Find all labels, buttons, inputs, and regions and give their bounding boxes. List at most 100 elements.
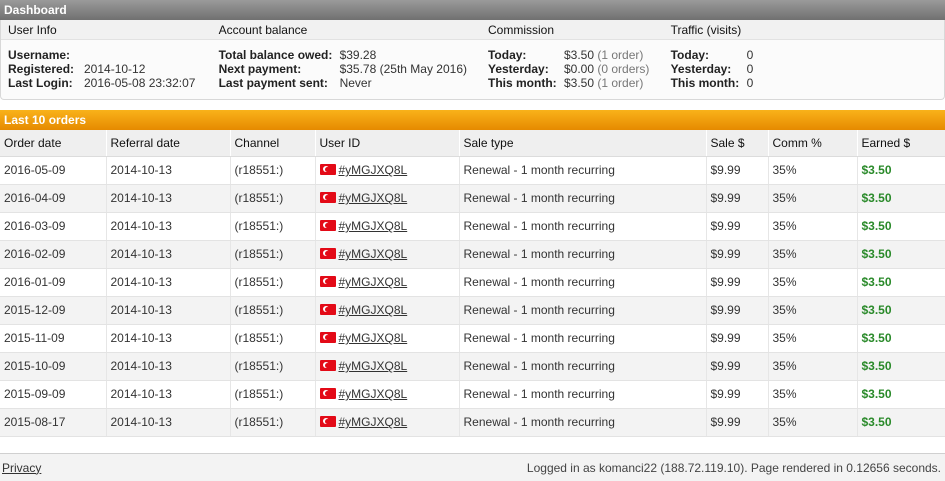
sale-type-cell: Renewal - 1 month recurring [459,352,707,381]
col-order-date[interactable]: Order date [0,130,107,157]
col-user-id[interactable]: User ID [315,130,460,157]
sale-type-cell: Renewal - 1 month recurring [459,324,707,353]
channel-cell: (r18551:) [230,268,316,297]
sale-cell: $9.99 [706,352,769,381]
sale-type-cell: Renewal - 1 month recurring [459,156,707,185]
channel-cell: (r18551:) [230,324,316,353]
order-date-cell-text: 2016-03-09 [4,219,66,233]
comm-cell: 35% [768,212,858,241]
earned-cell-text: $3.50 [861,331,892,345]
orders-header-row: Order date Referral date Channel User ID… [0,130,945,157]
earned-cell-text: $3.50 [861,415,892,429]
account-balance-block: Total balance owed: $39.28 Next payment: $… [212,48,481,90]
user-id-cell: #yMGJXQ8L [315,380,460,409]
user-info-block: Username: Registered: 2014-10-12 Last Log… [1,48,212,90]
commission-today-value: $3.50 [563,48,595,62]
referral-date-cell-text: 2014-10-13 [110,275,172,289]
order-date-cell: 2016-02-09 [0,240,107,269]
order-date-cell-text: 2016-01-09 [4,275,66,289]
sale-cell-text: $9.99 [710,275,741,289]
table-row: 2016-03-09 2014-10-13 (r18551:) #yMGJXQ8L Re… [0,212,945,241]
turkey-flag-icon [319,248,336,259]
earned-cell: $3.50 [857,352,945,381]
commission-yesterday-value: $0.00 [563,62,595,76]
col-comm[interactable]: Comm % [768,130,858,157]
table-row: 2015-11-09 2014-10-13 (r18551:) #yMGJXQ8L Re… [0,324,945,353]
sale-type-cell: Renewal - 1 month recurring [459,212,707,241]
commission-block: Today: $3.50 (1 order) Yesterday: $0.00 (0… [481,48,664,90]
referral-date-cell-text: 2014-10-13 [110,415,172,429]
user-id-cell: #yMGJXQ8L [315,268,460,297]
footer: Privacy Logged in as komanci22 (188.72.1… [0,453,945,481]
sale-type-cell-text: Renewal - 1 month recurring [463,247,615,261]
sale-type-cell-text: Renewal - 1 month recurring [463,331,615,345]
order-date-cell-text: 2015-08-17 [4,415,66,429]
user-id-link[interactable]: #yMGJXQ8L [339,303,408,317]
user-id-cell: #yMGJXQ8L [315,352,460,381]
next-payment-label: Next payment: [218,62,302,76]
user-id-cell: #yMGJXQ8L [315,240,460,269]
earned-cell-text: $3.50 [861,303,892,317]
earned-cell: $3.50 [857,324,945,353]
total-balance-value: $39.28 [339,48,377,62]
col-sale[interactable]: Sale $ [706,130,769,157]
col-referral-date[interactable]: Referral date [106,130,231,157]
turkey-flag-icon [319,220,336,231]
comm-cell: 35% [768,184,858,213]
commission-month-label: This month: [487,76,557,90]
user-id-link[interactable]: #yMGJXQ8L [339,415,408,429]
earned-cell-text: $3.50 [861,163,892,177]
user-id-link[interactable]: #yMGJXQ8L [339,219,408,233]
user-id-link[interactable]: #yMGJXQ8L [339,387,408,401]
user-id-link[interactable]: #yMGJXQ8L [339,191,408,205]
user-id-link[interactable]: #yMGJXQ8L [339,247,408,261]
sale-cell-text: $9.99 [710,359,741,373]
user-id-link[interactable]: #yMGJXQ8L [339,331,408,345]
user-id-link[interactable]: #yMGJXQ8L [339,275,408,289]
traffic-today-label: Today: [670,48,710,62]
comm-cell-text: 35% [772,219,797,233]
sale-type-cell: Renewal - 1 month recurring [459,240,707,269]
channel-cell-text: (r18551:) [234,387,284,401]
col-channel[interactable]: Channel [230,130,316,157]
order-date-cell: 2015-08-17 [0,408,107,437]
channel-cell: (r18551:) [230,380,316,409]
channel-cell-text: (r18551:) [234,191,284,205]
privacy-link[interactable]: Privacy [2,461,41,475]
username-label: Username: [8,48,71,62]
last-payment-value: Never [339,76,372,90]
last-login-label: Last Login: [8,76,73,90]
next-payment-date: (25th May 2016) [379,62,467,76]
turkey-flag-icon [319,332,336,343]
sale-type-cell-text: Renewal - 1 month recurring [463,219,615,233]
comm-cell: 35% [768,156,858,185]
user-id-link[interactable]: #yMGJXQ8L [339,163,408,177]
section-commission: Commission [487,23,554,37]
turkey-flag-icon [319,192,336,203]
orders-header: Last 10 orders [0,110,945,130]
traffic-month-value: 0 [746,76,754,90]
channel-cell: (r18551:) [230,184,316,213]
comm-cell-text: 35% [772,191,797,205]
col-sale-type[interactable]: Sale type [459,130,707,157]
user-id-link[interactable]: #yMGJXQ8L [339,359,408,373]
referral-date-cell-text: 2014-10-13 [110,163,172,177]
traffic-yesterday-value: 0 [746,62,754,76]
total-balance-label: Total balance owed: [218,48,333,62]
col-earned[interactable]: Earned $ [857,130,945,157]
earned-cell: $3.50 [857,268,945,297]
earned-cell: $3.50 [857,296,945,325]
sale-type-cell-text: Renewal - 1 month recurring [463,303,615,317]
next-payment-value: $35.78 [339,62,377,76]
referral-date-cell-text: 2014-10-13 [110,331,172,345]
turkey-flag-icon [319,360,336,371]
table-row: 2015-09-09 2014-10-13 (r18551:) #yMGJXQ8L Re… [0,380,945,409]
referral-date-cell-text: 2014-10-13 [110,219,172,233]
referral-date-cell-text: 2014-10-13 [110,359,172,373]
comm-cell-text: 35% [772,387,797,401]
order-date-cell-text: 2015-09-09 [4,387,66,401]
table-row: 2016-02-09 2014-10-13 (r18551:) #yMGJXQ8L Re… [0,240,945,269]
referral-date-cell: 2014-10-13 [106,408,231,437]
table-row: 2015-12-09 2014-10-13 (r18551:) #yMGJXQ8L Re… [0,296,945,325]
section-account-balance: Account balance [218,23,308,37]
